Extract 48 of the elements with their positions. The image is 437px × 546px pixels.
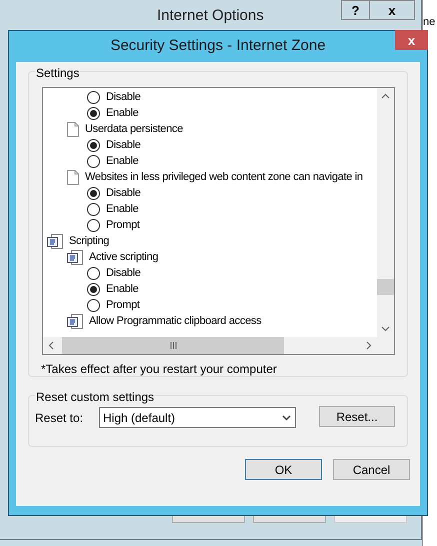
- dialog-button[interactable]: OK: [245, 459, 322, 480]
- horizontal-scrollbar[interactable]: [43, 337, 394, 354]
- radio-button[interactable]: [87, 138, 100, 152]
- setting-label: Userdata persistence: [85, 122, 183, 137]
- reset-button[interactable]: Reset...: [319, 406, 395, 427]
- radio-button[interactable]: [87, 218, 100, 232]
- script-icon: [67, 250, 83, 264]
- setting-label: Scripting: [69, 234, 110, 249]
- field-label: Reset to:: [35, 410, 84, 427]
- option-label: Disable: [106, 138, 141, 153]
- dialog-title: Security Settings - Internet Zone: [110, 36, 326, 56]
- note-text: *Takes effect after you restart your computer: [41, 361, 278, 378]
- window-title: Internet Options: [157, 6, 264, 26]
- option-label: Disable: [106, 186, 141, 201]
- close-button[interactable]: x: [395, 30, 428, 50]
- option-label: Enable: [106, 202, 138, 217]
- setting-label: Allow Programmatic clipboard access: [89, 314, 262, 329]
- scroll-thumb[interactable]: [62, 337, 284, 354]
- close-button[interactable]: x: [369, 0, 415, 20]
- option-label: Enable: [106, 106, 138, 121]
- window-text: ne: [423, 17, 436, 28]
- option-label: Prompt: [106, 218, 140, 233]
- vertical-scrollbar[interactable]: [377, 88, 394, 337]
- scroll-thumb[interactable]: [377, 279, 394, 295]
- document-icon: [67, 170, 79, 184]
- script-icon: [67, 314, 83, 328]
- option-label: Prompt: [106, 298, 140, 313]
- radio-button[interactable]: [87, 154, 100, 168]
- radio-button[interactable]: [87, 282, 100, 296]
- radio-button[interactable]: [87, 266, 100, 280]
- settings-list[interactable]: [42, 87, 395, 355]
- radio-button[interactable]: [87, 298, 100, 312]
- radio-button[interactable]: [87, 106, 100, 120]
- option-label: Disable: [106, 90, 141, 105]
- radio-button[interactable]: [87, 90, 100, 104]
- option-label: Enable: [106, 154, 138, 169]
- help-button[interactable]: ?: [341, 0, 370, 20]
- grip-icon: [170, 342, 176, 349]
- dialog-button[interactable]: Cancel: [333, 459, 410, 480]
- option-label: Disable: [106, 266, 141, 281]
- setting-label: Active scripting: [89, 250, 158, 265]
- radio-button[interactable]: [87, 186, 100, 200]
- document-icon: [67, 122, 79, 136]
- script-icon: [47, 234, 63, 248]
- reset-level-dropdown[interactable]: High (default): [99, 407, 296, 428]
- setting-label: Websites in less privileged web content zone can navigate in: [85, 170, 363, 185]
- option-label: Enable: [106, 282, 138, 297]
- radio-button[interactable]: [87, 202, 100, 216]
